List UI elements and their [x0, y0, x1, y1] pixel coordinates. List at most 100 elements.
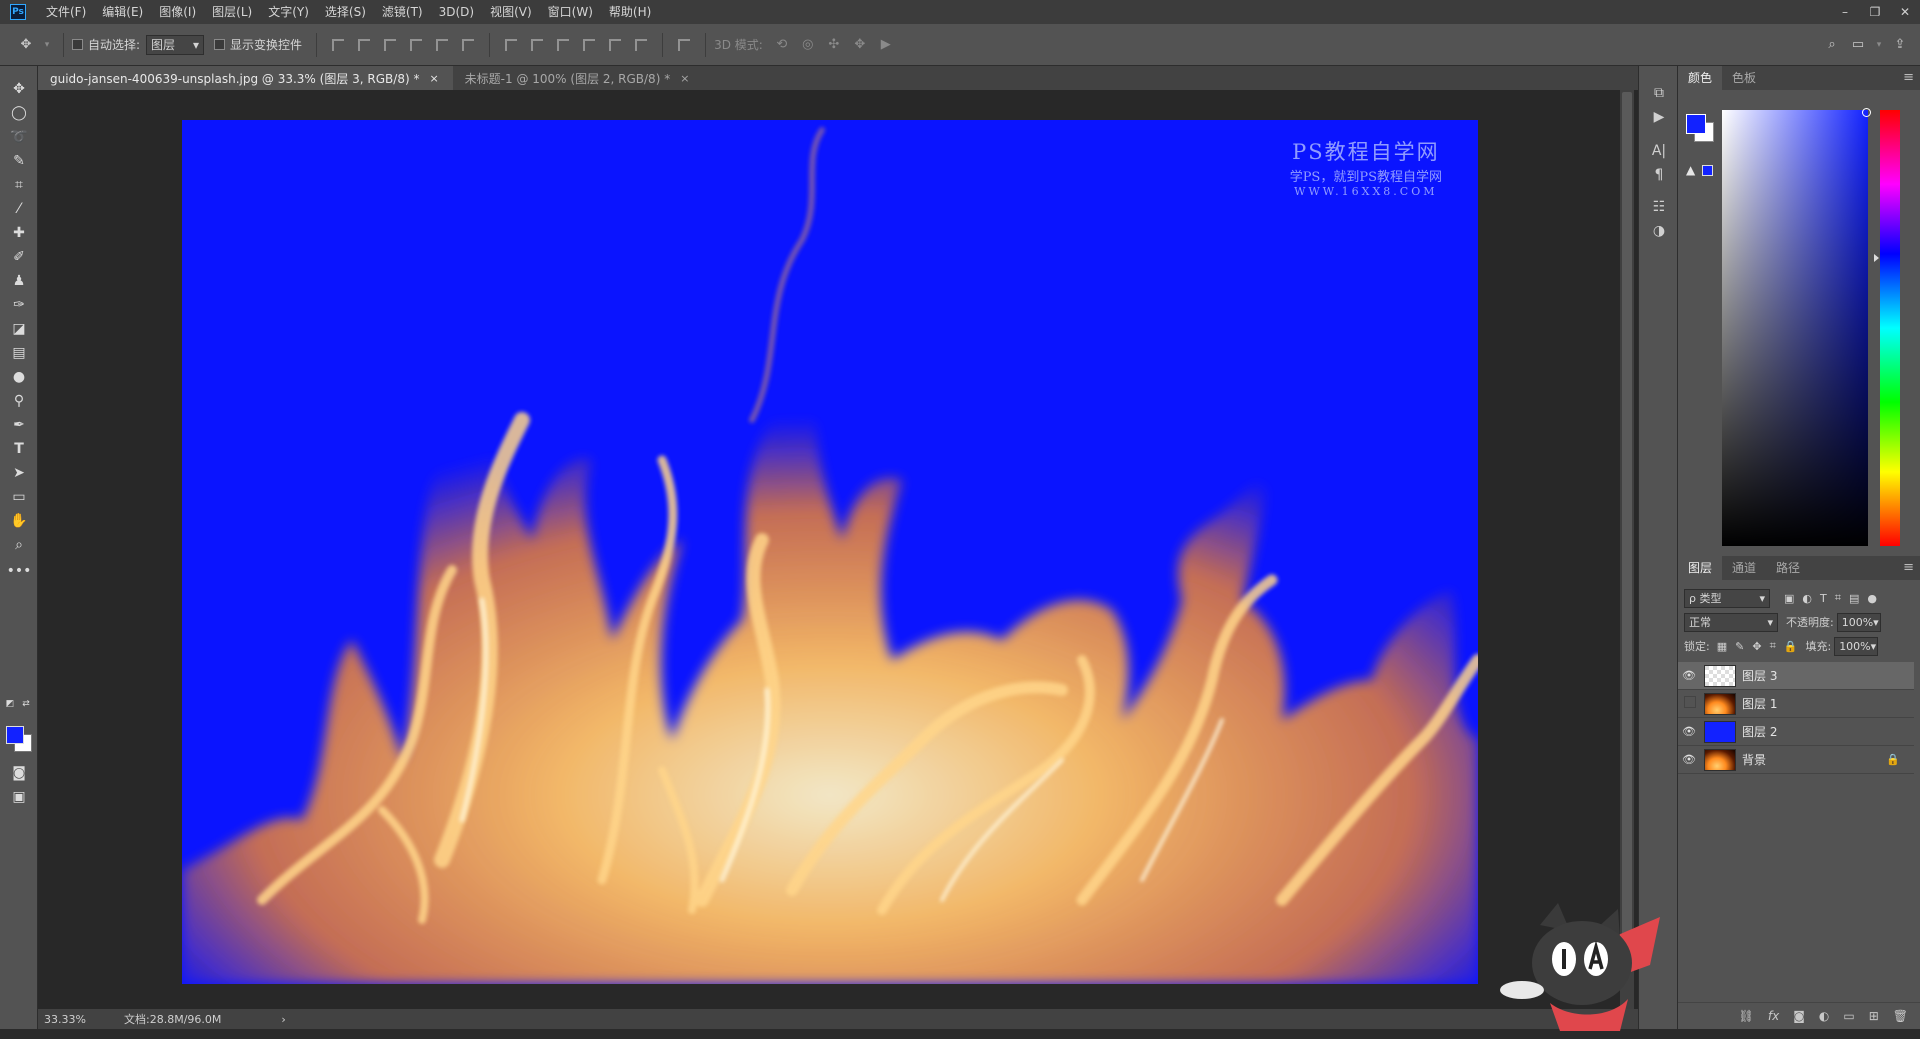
show-transform-checkbox[interactable]: [214, 39, 226, 50]
link-icon[interactable]: ⛓: [1739, 1009, 1754, 1023]
close-icon[interactable]: ×: [680, 72, 689, 85]
hand-icon[interactable]: ✋: [8, 510, 30, 532]
layer-row[interactable]: 图层 1: [1678, 690, 1914, 718]
character-icon[interactable]: A|: [1648, 140, 1670, 162]
lock-pixels-icon[interactable]: ✎: [1735, 640, 1744, 653]
move-tool-icon[interactable]: ✥: [8, 78, 30, 100]
lasso-icon[interactable]: ➰: [8, 126, 30, 148]
color-panel-foreground[interactable]: [1686, 114, 1706, 134]
visibility-toggle-off[interactable]: [1678, 696, 1700, 711]
menu-type[interactable]: 文字(Y): [260, 0, 317, 24]
brush-icon[interactable]: ✐: [8, 246, 30, 268]
paragraph-icon[interactable]: ¶: [1648, 164, 1670, 186]
distribute-left-icon[interactable]: [583, 38, 596, 51]
filter-shape-icon[interactable]: ⌗: [1835, 591, 1841, 605]
move-tool-icon[interactable]: ✥: [16, 35, 36, 55]
panel-menu-icon[interactable]: ≡: [1903, 560, 1914, 575]
actions-play-icon[interactable]: ▶: [1648, 106, 1670, 128]
new-layer-icon[interactable]: ⊞: [1869, 1009, 1879, 1023]
more-tools-icon[interactable]: •••: [7, 560, 32, 582]
share-icon[interactable]: ⇪: [1890, 35, 1910, 55]
3d-scale-icon[interactable]: ▶: [876, 35, 896, 55]
menu-3d[interactable]: 3D(D): [431, 0, 482, 24]
blend-mode-dropdown[interactable]: 正常 ▾: [1684, 612, 1778, 632]
align-vcenter-icon[interactable]: [358, 38, 371, 51]
fx-icon[interactable]: fx: [1768, 1009, 1779, 1023]
3d-orbit-icon[interactable]: ⟲: [772, 35, 792, 55]
scrollbar-thumb[interactable]: [1622, 92, 1632, 972]
opacity-input[interactable]: 100% ▾: [1836, 612, 1881, 632]
color-picker-cursor[interactable]: [1862, 108, 1871, 117]
menu-layer[interactable]: 图层(L): [204, 0, 260, 24]
align-top-icon[interactable]: [332, 38, 345, 51]
layer-row[interactable]: 👁 图层 2: [1678, 718, 1914, 746]
close-icon[interactable]: ×: [429, 72, 438, 85]
align-hcenter-icon[interactable]: [436, 38, 449, 51]
tab-guido-jansen[interactable]: guido-jansen-400639-unsplash.jpg @ 33.3%…: [38, 66, 453, 90]
zoom-icon[interactable]: ⌕: [8, 534, 30, 556]
tab-swatches[interactable]: 色板: [1722, 66, 1766, 90]
auto-select-dropdown[interactable]: 图层 ▾: [146, 34, 205, 55]
tab-channels[interactable]: 通道: [1722, 556, 1766, 580]
3d-roll-icon[interactable]: ◎: [798, 35, 818, 55]
eyedropper-icon[interactable]: ⁄: [8, 198, 30, 220]
lock-artboard-icon[interactable]: ⌗: [1770, 639, 1776, 653]
eye-icon[interactable]: 👁: [1678, 725, 1700, 738]
crop-icon[interactable]: ⌗: [8, 174, 30, 196]
document-canvas[interactable]: PS教程自学网 学PS，就到PS教程自学网 WWW.16XX8.COM: [182, 120, 1478, 984]
filter-toggle-icon[interactable]: ●: [1867, 592, 1877, 605]
menu-file[interactable]: 文件(F): [38, 0, 94, 24]
distribute-right-icon[interactable]: [635, 38, 648, 51]
screen-mode-icon[interactable]: ▣: [8, 786, 30, 808]
lock-transparent-icon[interactable]: ▦: [1717, 640, 1727, 653]
rectangle-icon[interactable]: ▭: [8, 486, 30, 508]
history-brush-icon[interactable]: ✑: [8, 294, 30, 316]
gradient-icon[interactable]: ▤: [8, 342, 30, 364]
align-right-icon[interactable]: [462, 38, 475, 51]
gamut-warning-swatch[interactable]: [1702, 165, 1713, 176]
panel-menu-icon[interactable]: ≡: [1903, 70, 1914, 85]
tab-paths[interactable]: 路径: [1766, 556, 1810, 580]
fill-input[interactable]: 100% ▾: [1834, 636, 1879, 656]
quick-selection-icon[interactable]: ✎: [8, 150, 30, 172]
menu-help[interactable]: 帮助(H): [601, 0, 659, 24]
lock-position-icon[interactable]: ✥: [1752, 640, 1761, 653]
layer-row[interactable]: 👁 图层 3: [1678, 662, 1914, 690]
zoom-level[interactable]: 33.33%: [44, 1013, 124, 1026]
menu-view[interactable]: 视图(V): [482, 0, 540, 24]
3d-slide-icon[interactable]: ✥: [850, 35, 870, 55]
quick-mask-icon[interactable]: ◙: [8, 762, 30, 784]
menu-edit[interactable]: 编辑(E): [94, 0, 151, 24]
distribute-hcenter-icon[interactable]: [609, 38, 622, 51]
eye-icon[interactable]: 👁: [1678, 753, 1700, 766]
elliptical-marquee-icon[interactable]: ◯: [8, 102, 30, 124]
eye-icon[interactable]: 👁: [1678, 669, 1700, 682]
tab-layers[interactable]: 图层: [1678, 556, 1723, 580]
status-menu-arrow[interactable]: ›: [281, 1013, 285, 1026]
distribute-bottom-icon[interactable]: [557, 38, 570, 51]
filter-type-icon[interactable]: T: [1820, 592, 1827, 605]
layer-filter-dropdown[interactable]: ρ 类型 ▾: [1684, 588, 1770, 608]
eraser-icon[interactable]: ◪: [8, 318, 30, 340]
3d-pan-icon[interactable]: ✣: [824, 35, 844, 55]
swap-colors-icon[interactable]: ⇄: [20, 698, 32, 710]
restore-button[interactable]: ❐: [1860, 0, 1890, 24]
chevron-down-icon[interactable]: ▾: [42, 35, 52, 55]
workspace-icon[interactable]: ▭: [1848, 35, 1868, 55]
adjustments-icon[interactable]: ◑: [1648, 220, 1670, 242]
vertical-scrollbar[interactable]: [1620, 90, 1634, 1009]
align-bottom-icon[interactable]: [384, 38, 397, 51]
healing-brush-icon[interactable]: ✚: [8, 222, 30, 244]
lock-all-icon[interactable]: 🔒: [1784, 640, 1798, 653]
adjustment-icon[interactable]: ◐: [1819, 1009, 1829, 1023]
auto-select-checkbox[interactable]: [72, 39, 83, 50]
dodge-icon[interactable]: ⚲: [8, 390, 30, 412]
folder-icon[interactable]: ▭: [1843, 1009, 1854, 1023]
history-icon[interactable]: ⧉: [1648, 82, 1670, 104]
close-button[interactable]: ✕: [1890, 0, 1920, 24]
minimize-button[interactable]: –: [1830, 0, 1860, 24]
path-selection-icon[interactable]: ➤: [8, 462, 30, 484]
distribute-vcenter-icon[interactable]: [531, 38, 544, 51]
default-colors-icon[interactable]: ◩: [4, 698, 16, 710]
type-tool-icon[interactable]: T: [8, 438, 30, 460]
